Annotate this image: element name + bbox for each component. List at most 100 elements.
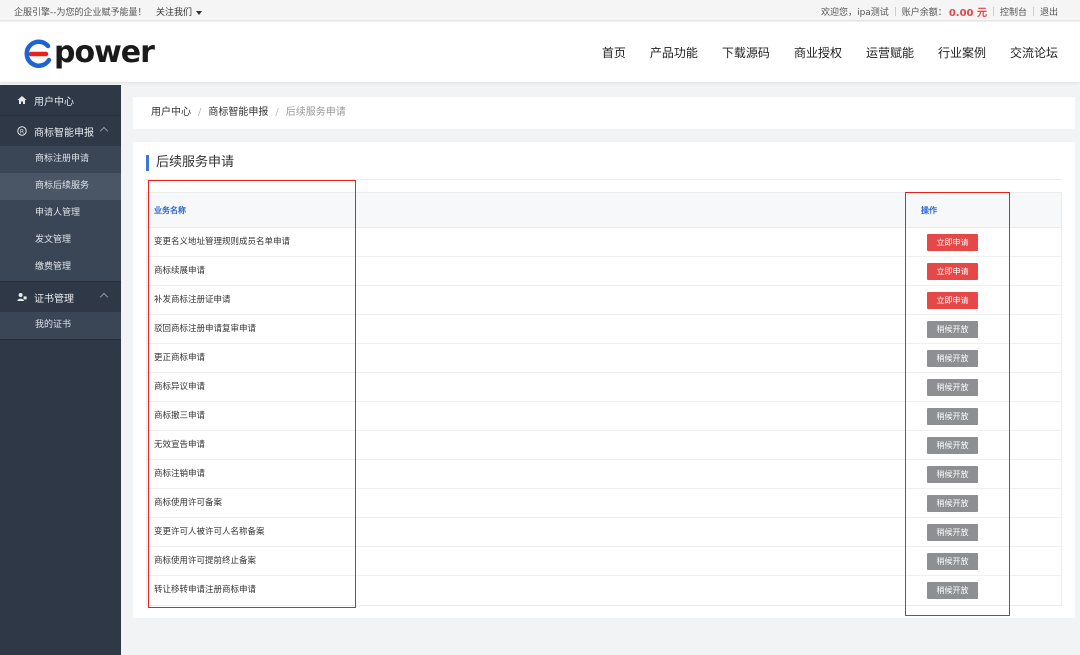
table-row: 商标注销申请 稍候开放: [147, 460, 1061, 489]
column-header-name: 业务名称: [154, 206, 186, 215]
breadcrumb-item-trademark[interactable]: 商标智能申报: [208, 107, 268, 118]
table-row: 商标使用许可提前终止备案 稍候开放: [147, 547, 1061, 576]
service-name: 商标撤三申请: [154, 411, 206, 421]
balance-label: 账户余额：: [901, 8, 947, 18]
table-row: 驳回商标注册申请复审申请 稍候开放: [147, 315, 1061, 344]
table-row: 变更许可人被许可人名称备案 稍候开放: [147, 518, 1061, 547]
service-name: 变更名义地址管理规则成员名单申请: [154, 237, 291, 247]
table-header: 业务名称 操作: [147, 193, 1061, 228]
coming-soon-button: 稍候开放: [927, 582, 978, 599]
coming-soon-button: 稍候开放: [927, 437, 978, 454]
sidebar-item-1-2[interactable]: 申请人管理: [0, 200, 121, 227]
table-body: 变更名义地址管理规则成员名单申请 立即申请 商标续展申请 立即申请 补发商标注册证申请立…: [147, 228, 1061, 605]
chevron-up-icon: [99, 292, 109, 302]
breadcrumb-item-current: 后续服务申请: [285, 107, 346, 118]
table-row: 商标使用许可备案 稍候开放: [147, 489, 1061, 518]
user-certificate-icon: [17, 292, 27, 302]
nav-item-6[interactable]: 交流论坛: [1010, 44, 1058, 61]
service-name: 补发商标注册证申请: [154, 295, 231, 305]
logout-link[interactable]: 退出: [1040, 5, 1058, 18]
logo-text: power: [54, 35, 155, 70]
logo[interactable]: power: [22, 35, 155, 70]
service-name: 商标注销申请: [154, 469, 206, 479]
main-nav: 首页 产品功能 下载源码 商业授权 运营赋能 行业案例 交流论坛: [602, 44, 1058, 61]
column-header-action: 操作: [921, 206, 937, 215]
nav-item-3[interactable]: 商业授权: [794, 44, 842, 61]
table-row: 更正商标申请 稍候开放: [147, 344, 1061, 373]
breadcrumb: 用户中心 / 商标智能申报 / 后续服务申请: [133, 97, 1075, 129]
service-name: 驳回商标注册申请复审申请: [154, 324, 257, 334]
sidebar-group-2[interactable]: 证书管理: [0, 282, 121, 312]
slogan: 企服引擎--为您的企业赋予能量！: [14, 8, 147, 18]
service-name: 商标续展申请: [154, 266, 206, 276]
chevron-up-icon: [99, 126, 109, 136]
service-name: 商标异议申请: [154, 382, 206, 392]
home-icon: [17, 95, 27, 105]
services-table: 业务名称 操作 变更名义地址管理规则成员名单申请 立即申请 商标续展申请 立即申请 补发…: [146, 192, 1062, 606]
coming-soon-button: 稍候开放: [927, 350, 978, 367]
service-name: 商标使用许可提前终止备案: [154, 556, 257, 566]
top-bar-user-info: 欢迎您， ipa测试 账户余额： 0.00 元 控制台 退出: [821, 4, 1058, 19]
coming-soon-button: 稍候开放: [927, 408, 978, 425]
follow-us-dropdown[interactable]: 关注我们: [156, 5, 203, 18]
epower-logo-icon: [24, 39, 52, 68]
coming-soon-button: 稍候开放: [927, 379, 978, 396]
coming-soon-button: 稍候开放: [927, 553, 978, 570]
service-name: 无效宣告申请: [154, 440, 206, 450]
sidebar-group-label: 商标智能申报: [34, 127, 94, 139]
service-name: 转让移转申请注册商标申请: [154, 585, 257, 595]
table-row: 变更名义地址管理规则成员名单申请 立即申请: [147, 228, 1061, 257]
nav-item-1[interactable]: 产品功能: [650, 44, 698, 61]
sidebar-group-0[interactable]: 用户中心: [0, 85, 121, 115]
console-link[interactable]: 控制台: [1000, 5, 1027, 18]
breadcrumb-separator: /: [275, 107, 279, 118]
divider: [894, 7, 896, 16]
nav-item-2[interactable]: 下载源码: [722, 44, 770, 61]
nav-item-0[interactable]: 首页: [602, 44, 626, 61]
sidebar-item-1-3[interactable]: 发文管理: [0, 227, 121, 254]
coming-soon-button: 稍候开放: [927, 524, 978, 541]
follow-us-label: 关注我们: [156, 8, 193, 18]
sidebar-submenu: 商标注册申请 商标后续服务 申请人管理 发文管理 缴费管理: [0, 146, 121, 281]
table-row: 商标续展申请 立即申请: [147, 257, 1061, 286]
username: ipa测试: [857, 8, 889, 18]
apply-now-button[interactable]: 立即申请: [927, 263, 978, 280]
sidebar-item-1-0[interactable]: 商标注册申请: [0, 146, 121, 173]
divider: [992, 7, 994, 16]
table-row: 商标撤三申请 稍候开放: [147, 402, 1061, 431]
sidebar-group-label: 证书管理: [34, 293, 74, 305]
registered-mark-icon: R: [17, 126, 27, 136]
sidebar-item-1-4[interactable]: 缴费管理: [0, 254, 121, 281]
coming-soon-button: 稍候开放: [927, 321, 978, 338]
sidebar-item-1-1[interactable]: 商标后续服务: [0, 173, 121, 200]
sidebar-item-2-0[interactable]: 我的证书: [0, 312, 121, 339]
coming-soon-button: 稍候开放: [927, 466, 978, 483]
apply-now-button[interactable]: 立即申请: [927, 292, 978, 309]
main-panel: 后续服务申请 业务名称 操作 变更名义地址管理规则成员名单申请 立即申请 商标续展申…: [133, 142, 1075, 618]
service-name: 商标使用许可备案: [154, 498, 223, 508]
sidebar-group-label: 用户中心: [34, 96, 74, 108]
coming-soon-button: 稍候开放: [927, 495, 978, 512]
apply-now-button[interactable]: 立即申请: [927, 234, 978, 251]
sidebar-group-1[interactable]: R 商标智能申报: [0, 116, 121, 146]
table-row: 转让移转申请注册商标申请 稍候开放: [147, 576, 1061, 605]
breadcrumb-item-user-center[interactable]: 用户中心: [151, 107, 191, 118]
table-row: 商标异议申请 稍候开放: [147, 373, 1061, 402]
nav-item-4[interactable]: 运营赋能: [866, 44, 914, 61]
divider: [146, 179, 1062, 180]
divider: [1032, 7, 1034, 16]
svg-text:R: R: [20, 128, 24, 135]
breadcrumb-separator: /: [198, 107, 202, 118]
service-name: 变更许可人被许可人名称备案: [154, 527, 265, 537]
caret-down-icon: [196, 10, 203, 15]
sidebar-submenu: 我的证书: [0, 312, 121, 339]
service-name: 更正商标申请: [154, 353, 206, 363]
page-title: 后续服务申请: [146, 155, 234, 171]
top-bar: 企服引擎--为您的企业赋予能量！ 关注我们 欢迎您， ipa测试 账户余额： 0…: [0, 0, 1080, 21]
divider: [0, 339, 121, 340]
balance-value: 0.00 元: [948, 8, 987, 19]
sidebar: 用户中心 R 商标智能申报商标注册申请 商标后续服务 申请人管理 发文管理 缴费管理证书管理…: [0, 85, 121, 655]
site-header: power 首页 产品功能 下载源码 商业授权 运营赋能 行业案例 交流论坛: [0, 22, 1080, 82]
table-row: 补发商标注册证申请 立即申请: [147, 286, 1061, 315]
nav-item-5[interactable]: 行业案例: [938, 44, 986, 61]
